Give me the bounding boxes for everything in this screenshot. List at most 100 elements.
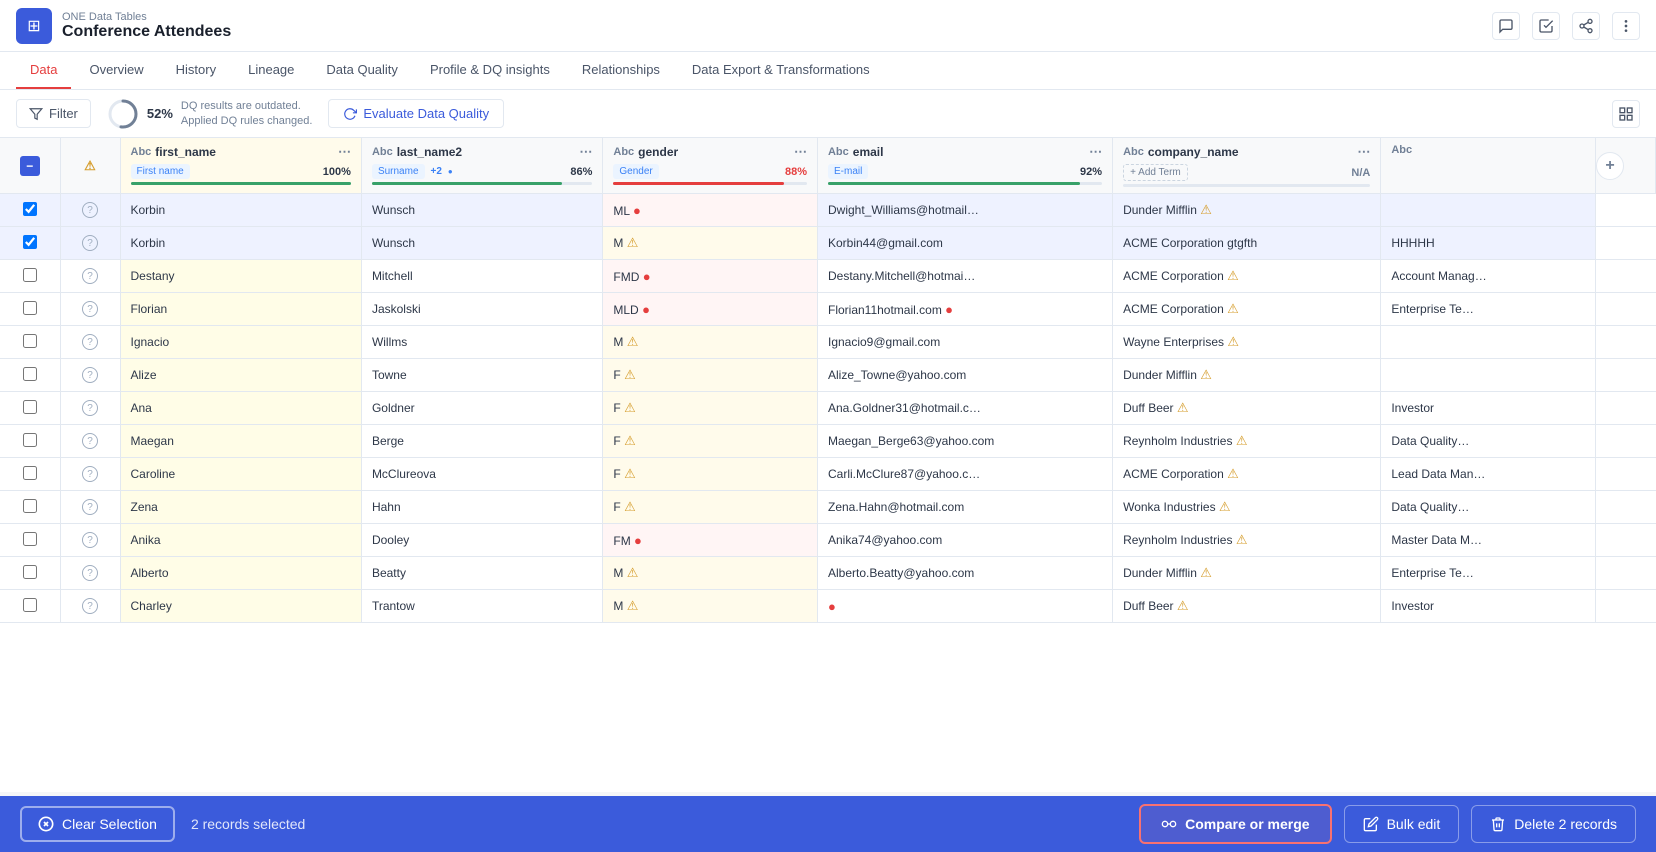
cell-email-value: Alberto.Beatty@yahoo.com — [828, 566, 974, 580]
col-menu-email[interactable]: ⋯ — [1089, 144, 1102, 160]
row-checkbox[interactable] — [23, 334, 37, 348]
company-warning-icon: ⚠ — [1227, 334, 1239, 349]
cell-email-value: Zena.Hahn@hotmail.com — [828, 500, 964, 514]
tab-overview[interactable]: Overview — [75, 52, 157, 89]
tab-data[interactable]: Data — [16, 52, 71, 89]
row-checkbox[interactable] — [23, 400, 37, 414]
tab-lineage[interactable]: Lineage — [234, 52, 308, 89]
col-header-company-name: Abc company_name ⋯ + Add Term N/A — [1113, 138, 1381, 194]
row-checkbox[interactable] — [23, 598, 37, 612]
cell-company-value: ACME Corporation — [1123, 467, 1224, 481]
row-collapse-cell — [0, 491, 60, 524]
add-term-button[interactable]: + Add Term — [1123, 164, 1188, 181]
cell-extra: Data Quality… — [1381, 491, 1596, 524]
comment-icon-btn[interactable] — [1492, 12, 1520, 40]
row-checkbox[interactable] — [23, 301, 37, 315]
cell-last-name2: Willms — [361, 326, 602, 359]
clear-selection-label: Clear Selection — [62, 816, 157, 832]
row-info-cell: ? — [60, 590, 120, 623]
cell-first-name: Ana — [120, 392, 361, 425]
clear-selection-button[interactable]: Clear Selection — [20, 806, 175, 842]
cell-company-name: Duff Beer ⚠ — [1113, 590, 1381, 623]
row-checkbox[interactable] — [23, 268, 37, 282]
table-row: ?IgnacioWillmsM ⚠Ignacio9@gmail.comWayne… — [0, 326, 1656, 359]
row-checkbox[interactable] — [23, 433, 37, 447]
row-info-cell: ? — [60, 359, 120, 392]
row-question-icon: ? — [82, 202, 98, 218]
col-menu-company[interactable]: ⋯ — [1357, 144, 1370, 160]
row-collapse-cell — [0, 524, 60, 557]
delete-records-button[interactable]: Delete 2 records — [1471, 805, 1636, 843]
row-checkbox[interactable] — [23, 532, 37, 546]
cell-email-value: Destany.Mitchell@hotmai… — [828, 269, 975, 283]
cell-first-name: Maegan — [120, 425, 361, 458]
table-row: ?CarolineMcClureovaF ⚠Carli.McClure87@ya… — [0, 458, 1656, 491]
more-icon-btn[interactable] — [1612, 12, 1640, 40]
dq-pct-gender: 88% — [785, 166, 807, 178]
check-square-icon-btn[interactable] — [1532, 12, 1560, 40]
dq-pct-first-name: 100% — [323, 166, 351, 178]
cell-last-name2: Berge — [361, 425, 602, 458]
collapse-button[interactable]: − — [20, 156, 40, 176]
cell-company-value: Wayne Enterprises — [1123, 335, 1224, 349]
filter-button[interactable]: Filter — [16, 99, 91, 128]
evaluate-dq-button[interactable]: Evaluate Data Quality — [328, 99, 504, 128]
table-row: ?AnaGoldnerF ⚠Ana.Goldner31@hotmail.c…Du… — [0, 392, 1656, 425]
title-group: ONE Data Tables Conference Attendees — [62, 11, 231, 41]
cell-company-value: Reynholm Industries — [1123, 434, 1232, 448]
row-info-cell: ? — [60, 260, 120, 293]
share-icon-btn[interactable] — [1572, 12, 1600, 40]
warning-icon: ⚠ — [627, 565, 639, 580]
col-name-last-name2: last_name2 — [397, 145, 462, 159]
dq-bar-fill-email — [828, 182, 1080, 185]
tab-data-export[interactable]: Data Export & Transformations — [678, 52, 884, 89]
row-checkbox[interactable] — [23, 466, 37, 480]
cell-gender: F ⚠ — [603, 359, 818, 392]
bulk-edit-button[interactable]: Bulk edit — [1344, 805, 1460, 843]
tab-profile-dq[interactable]: Profile & DQ insights — [416, 52, 564, 89]
row-checkbox[interactable] — [23, 235, 37, 249]
row-collapse-cell — [0, 392, 60, 425]
cell-company-value: Dunder Mifflin — [1123, 368, 1197, 382]
cell-company-name: ACME Corporation ⚠ — [1113, 458, 1381, 491]
compare-or-merge-button[interactable]: Compare or merge — [1139, 804, 1331, 844]
cell-gender: M ⚠ — [603, 326, 818, 359]
email-error-icon: ● — [945, 302, 953, 317]
col-menu-gender[interactable]: ⋯ — [794, 144, 807, 160]
cell-last-name2: Trantow — [361, 590, 602, 623]
col-name-gender: gender — [638, 145, 678, 159]
row-info-cell: ? — [60, 458, 120, 491]
tab-relationships[interactable]: Relationships — [568, 52, 674, 89]
row-collapse-cell — [0, 326, 60, 359]
tab-history[interactable]: History — [162, 52, 230, 89]
table-settings-icon — [1618, 106, 1634, 122]
cell-company-name: Wayne Enterprises ⚠ — [1113, 326, 1381, 359]
cell-email: Alize_Towne@yahoo.com — [817, 359, 1112, 392]
row-checkbox[interactable] — [23, 565, 37, 579]
error-icon: ● — [634, 533, 642, 548]
more-icon — [1618, 18, 1634, 34]
warning-header-icon: ⚠ — [84, 158, 96, 173]
filter-label: Filter — [49, 106, 78, 121]
add-column-button[interactable]: + — [1596, 152, 1624, 180]
col-menu-last-name2[interactable]: ⋯ — [579, 144, 592, 160]
tab-data-quality[interactable]: Data Quality — [312, 52, 412, 89]
cell-first-name: Korbin — [120, 227, 361, 260]
table-body: ?KorbinWunschML ●Dwight_Williams@hotmail… — [0, 194, 1656, 623]
dq-pct-last-name2: 86% — [570, 166, 592, 178]
row-checkbox[interactable] — [23, 367, 37, 381]
col-menu-first-name[interactable]: ⋯ — [338, 144, 351, 160]
company-warning-icon: ⚠ — [1177, 598, 1189, 613]
row-question-icon: ? — [82, 598, 98, 614]
cell-email-value: Ana.Goldner31@hotmail.c… — [828, 401, 981, 415]
cell-email-value: Maegan_Berge63@yahoo.com — [828, 434, 994, 448]
row-checkbox[interactable] — [23, 202, 37, 216]
cell-company-name: Reynholm Industries ⚠ — [1113, 524, 1381, 557]
company-warning-icon: ⚠ — [1200, 565, 1212, 580]
cell-email-value: Ignacio9@gmail.com — [828, 335, 940, 349]
table-settings-button[interactable] — [1612, 100, 1640, 128]
filter-icon — [29, 107, 43, 121]
cell-email: Destany.Mitchell@hotmai… — [817, 260, 1112, 293]
row-checkbox[interactable] — [23, 499, 37, 513]
cell-company-value: Reynholm Industries — [1123, 533, 1232, 547]
